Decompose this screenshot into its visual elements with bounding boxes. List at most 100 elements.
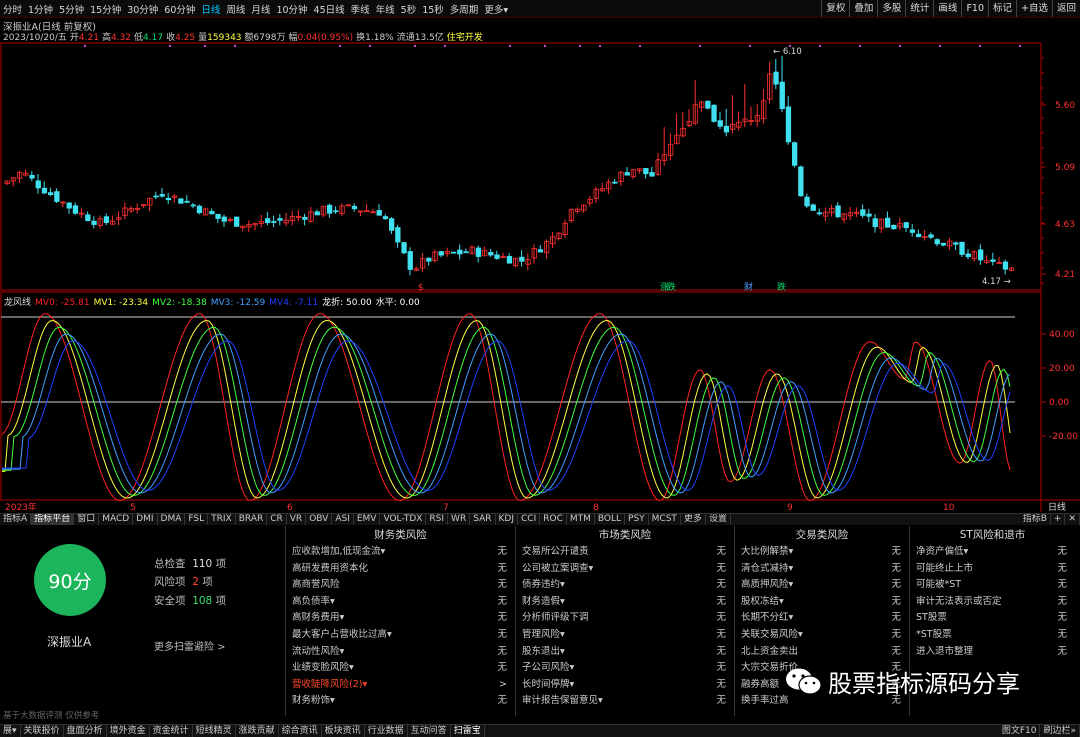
indicator-tab-5[interactable]: DMA [158,514,186,525]
bottom-tab-0[interactable]: 展▾ [0,725,21,737]
bottom-right-0[interactable]: 图文F10 [999,725,1041,737]
risk-item[interactable]: 财务造假▾ 无 [516,594,734,611]
signal-dot [698,44,702,48]
bottom-tab-4[interactable]: 资金统计 [150,725,193,737]
indicator-tab-10[interactable]: VR [287,514,307,525]
risk-item[interactable]: 可能被*ST 无 [910,577,1075,594]
indicator-tab-11[interactable]: OBV [306,514,333,525]
risk-item[interactable]: 进入退市整理 无 [910,644,1075,661]
indicator-tab-8[interactable]: BRAR [236,514,268,525]
indicator-tab-4[interactable]: DMI [133,514,158,525]
indicator-tab-0[interactable]: 指标A [0,514,32,525]
indicator-tab-14[interactable]: VOL-TDX [380,514,427,525]
signal-dot [978,44,982,48]
kline-chart[interactable]: ← 6.104.17 → 5.605.094.634.21 $ 涨跌财跌 40.0… [0,0,1080,513]
risk-item[interactable]: 债券违约▾ 无 [516,577,734,594]
candle-body [494,254,500,259]
candle-body [903,222,909,229]
risk-item[interactable]: 关联交易风险▾ 无 [735,627,909,644]
risk-item[interactable]: 财务粉饰▾ 无 [286,693,515,710]
bottom-tab-2[interactable]: 盘面分析 [64,725,107,737]
risk-item[interactable]: 流动性风险▾ 无 [286,644,515,661]
risk-item[interactable]: 高商誉风险 无 [286,577,515,594]
signal-dot [368,44,372,48]
risk-item[interactable]: 可能终止上市 无 [910,561,1075,578]
indicator-tab-3[interactable]: MACD [99,514,134,525]
candle-body [519,256,525,262]
bottom-tab-1[interactable]: 关联报价 [21,725,64,737]
indicator-tab-24[interactable]: MCST [649,514,681,525]
indicator-tab-16[interactable]: WR [448,514,471,525]
bottom-tab-6[interactable]: 涨跌贡献 [236,725,279,737]
risk-item[interactable]: 股权冻结▾ 无 [735,594,909,611]
risk-item[interactable]: 分析师评级下调 无 [516,610,734,627]
price-label: 4.21 [1055,270,1075,280]
indicator-tab-20[interactable]: ROC [540,514,567,525]
risk-item[interactable]: 子公司风险▾ 无 [516,660,734,677]
bottom-tab-9[interactable]: 行业数据 [365,725,408,737]
indicator-tab-9[interactable]: CR [267,514,287,525]
risk-item[interactable]: 审计报告保留意见▾ 无 [516,693,734,710]
bottom-tab-5[interactable]: 短线精灵 [193,725,236,737]
indicator-tab-right-2[interactable]: ✕ [1065,514,1080,525]
indicator-tab-22[interactable]: BOLL [595,514,626,525]
indicator-tab-7[interactable]: TRIX [208,514,236,525]
risk-item[interactable]: 最大客户占营收比过高▾ 无 [286,627,515,644]
risk-item[interactable]: 营收陡降风险(2)▾ > [286,677,515,694]
bottom-tab-7[interactable]: 综合资讯 [279,725,322,737]
risk-item[interactable]: 管理风险▾ 无 [516,627,734,644]
more-scan-link[interactable]: 更多扫雷避险 > [154,638,226,653]
risk-item[interactable]: 净资产偏低▾ 无 [910,544,1075,561]
bottom-right-1[interactable]: 刷边栏» [1040,725,1080,737]
indicator-tab-21[interactable]: MTM [567,514,595,525]
indicator-axis-label: -20.00 [1049,432,1078,442]
risk-item[interactable]: 交易所公开谴责 无 [516,544,734,561]
risk-item[interactable]: ST股票 无 [910,610,1075,627]
bottom-tab-8[interactable]: 板块资讯 [322,725,365,737]
candle-body [401,242,407,254]
indicator-tab-6[interactable]: FSL [185,514,209,525]
bottom-tab-3[interactable]: 境外资金 [107,725,150,737]
risk-item[interactable]: 高财务费用▾ 无 [286,610,515,627]
risk-item[interactable]: 应收款增加,低现金流▾ 无 [286,544,515,561]
indicator-tab-right-1[interactable]: + [1051,514,1066,525]
risk-item[interactable]: 清仓式减持▾ 无 [735,561,909,578]
indicator-tab-2[interactable]: 窗口 [74,514,100,525]
total-check-count: 110 [192,558,213,570]
risk-item[interactable]: 审计无法表示或否定 无 [910,594,1075,611]
indicator-tab-23[interactable]: PSY [625,514,649,525]
risk-item[interactable]: 高负债率▾ 无 [286,594,515,611]
indicator-tab-13[interactable]: EMV [354,514,381,525]
indicator-tab-right-0[interactable]: 指标B [1020,514,1051,525]
indicator-tab-25[interactable]: 更多 [681,514,706,525]
indicator-axis-label: 40.00 [1049,330,1075,340]
risk-item[interactable]: 股东退出▾ 无 [516,644,734,661]
risk-item-label: 可能终止上市 [916,562,974,574]
candle-body [215,213,221,219]
risk-item[interactable]: *ST股票 无 [910,627,1075,644]
risk-item[interactable]: 高研发费用资本化 无 [286,561,515,578]
risk-item[interactable]: 北上资金卖出 无 [735,644,909,661]
indicator-tab-19[interactable]: CCI [518,514,541,525]
risk-item[interactable]: 业绩变脸风险▾ 无 [286,660,515,677]
total-check-unit: 项 [215,558,227,570]
bottom-tab-10[interactable]: 互动问答 [408,725,451,737]
indicator-tab-12[interactable]: ASI [332,514,354,525]
candle-body [388,218,395,231]
risk-item[interactable]: 长期不分红▾ 无 [735,610,909,627]
candle-body [376,210,382,216]
risk-item[interactable]: 公司被立案调查▾ 无 [516,561,734,578]
risk-item[interactable]: 长时间停牌▾ 无 [516,677,734,694]
indicator-tab-18[interactable]: KDJ [496,514,518,525]
bottom-tab-11[interactable]: 扫雷宝 [451,725,485,737]
risk-item[interactable]: 大比例解禁▾ 无 [735,544,909,561]
indicator-tab-26[interactable]: 设置 [706,514,731,525]
indicator-tab-1[interactable]: 指标平台 [31,514,75,525]
candle-body [190,204,196,207]
indicator-tab-17[interactable]: SAR [470,514,496,525]
event-tag: 跌 [777,282,786,293]
risk-item-value: 无 [1057,612,1067,624]
risk-column-title: 财务类风险 [374,529,427,541]
indicator-tab-15[interactable]: RSI [426,514,449,525]
risk-item[interactable]: 高质押风险▾ 无 [735,577,909,594]
